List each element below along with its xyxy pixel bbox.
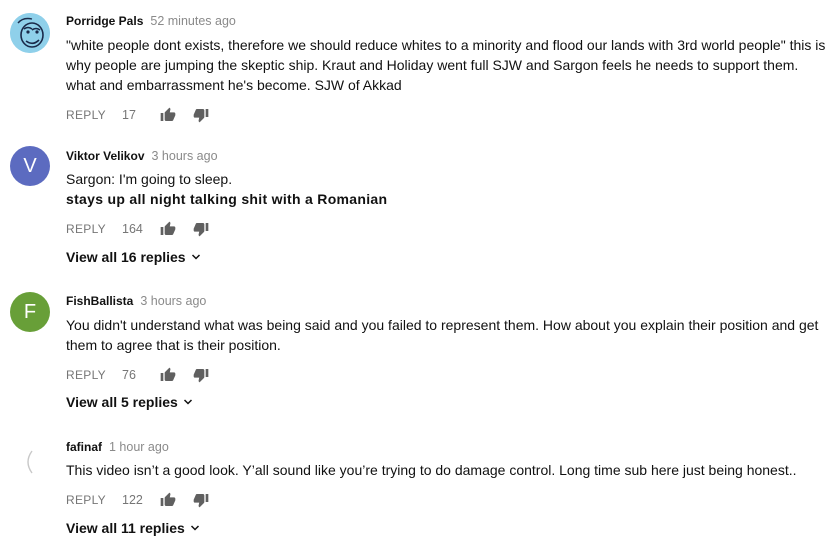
blank-avatar-icon: [27, 450, 33, 474]
view-replies-button[interactable]: View all 11 replies: [66, 520, 201, 536]
avatar-letter: F: [23, 300, 37, 323]
timestamp[interactable]: 1 hour ago: [109, 440, 169, 454]
like-count: 122: [122, 493, 143, 507]
view-replies-label: View all 16 replies: [66, 249, 186, 265]
comment-actions: REPLY 164: [66, 219, 226, 239]
comment-text: This video isn’t a good look. Y’all soun…: [66, 460, 826, 480]
comment-line-bold: stays up all night talking shit with a R…: [66, 191, 388, 207]
reply-button[interactable]: REPLY: [66, 368, 122, 382]
view-replies-button[interactable]: View all 5 replies: [66, 394, 194, 410]
comment-header: Viktor Velikov 3 hours ago: [66, 149, 218, 163]
thumbs-down-icon[interactable]: [193, 107, 209, 123]
avatar[interactable]: F: [10, 292, 50, 332]
like-count: 76: [122, 368, 136, 382]
comment-line: You didn't understand what was being sai…: [66, 317, 819, 333]
chevron-down-icon: [183, 399, 192, 405]
comment-header: FishBallista 3 hours ago: [66, 294, 206, 308]
comment-line: This video isn’t a good look. Y’all soun…: [66, 462, 797, 478]
comment-line: why people are jumping the skeptic ship.…: [66, 57, 799, 73]
reply-button[interactable]: REPLY: [66, 493, 122, 507]
avatar[interactable]: V: [10, 146, 50, 186]
thumbs-up-icon[interactable]: [160, 367, 176, 383]
cartoon-face-avatar-icon: [10, 13, 50, 53]
avatar[interactable]: [10, 442, 50, 482]
thumbs-down-icon[interactable]: [193, 492, 209, 508]
author-name[interactable]: Viktor Velikov: [66, 149, 145, 163]
comment-header: fafinaf 1 hour ago: [66, 440, 169, 454]
timestamp[interactable]: 3 hours ago: [140, 294, 206, 308]
thumbs-up-icon[interactable]: [160, 492, 176, 508]
comment-text: You didn't understand what was being sai…: [66, 315, 826, 355]
view-replies-label: View all 5 replies: [66, 394, 178, 410]
comment-actions: REPLY 17: [66, 105, 226, 125]
author-name[interactable]: Porridge Pals: [66, 14, 143, 28]
thumbs-up-icon[interactable]: [160, 221, 176, 237]
timestamp[interactable]: 3 hours ago: [152, 149, 218, 163]
avatar[interactable]: [10, 13, 50, 53]
view-replies-button[interactable]: View all 16 replies: [66, 249, 202, 265]
author-name[interactable]: FishBallista: [66, 294, 133, 308]
comment-line: Sargon: I'm going to sleep.: [66, 171, 233, 187]
comment-actions: REPLY 122: [66, 490, 226, 510]
avatar-letter: V: [23, 154, 37, 177]
thumbs-down-icon[interactable]: [193, 221, 209, 237]
comment-header: Porridge Pals 52 minutes ago: [66, 14, 236, 28]
chevron-down-icon: [191, 254, 200, 260]
comment-line: "white people dont exists, therefore we …: [66, 37, 826, 53]
chevron-down-icon: [190, 525, 199, 531]
like-count: 17: [122, 108, 136, 122]
like-count: 164: [122, 222, 143, 236]
view-replies-label: View all 11 replies: [66, 520, 185, 536]
reply-button[interactable]: REPLY: [66, 222, 122, 236]
comment-text: Sargon: I'm going to sleep. stays up all…: [66, 169, 826, 209]
thumbs-down-icon[interactable]: [193, 367, 209, 383]
comment-line: them to agree that is their position.: [66, 337, 281, 353]
thumbs-up-icon[interactable]: [160, 107, 176, 123]
reply-button[interactable]: REPLY: [66, 108, 122, 122]
comment-line: what and embarrassment he's become. SJW …: [66, 77, 402, 93]
comment-actions: REPLY 76: [66, 365, 226, 385]
comment-text: "white people dont exists, therefore we …: [66, 35, 826, 95]
author-name[interactable]: fafinaf: [66, 440, 102, 454]
timestamp[interactable]: 52 minutes ago: [150, 14, 235, 28]
